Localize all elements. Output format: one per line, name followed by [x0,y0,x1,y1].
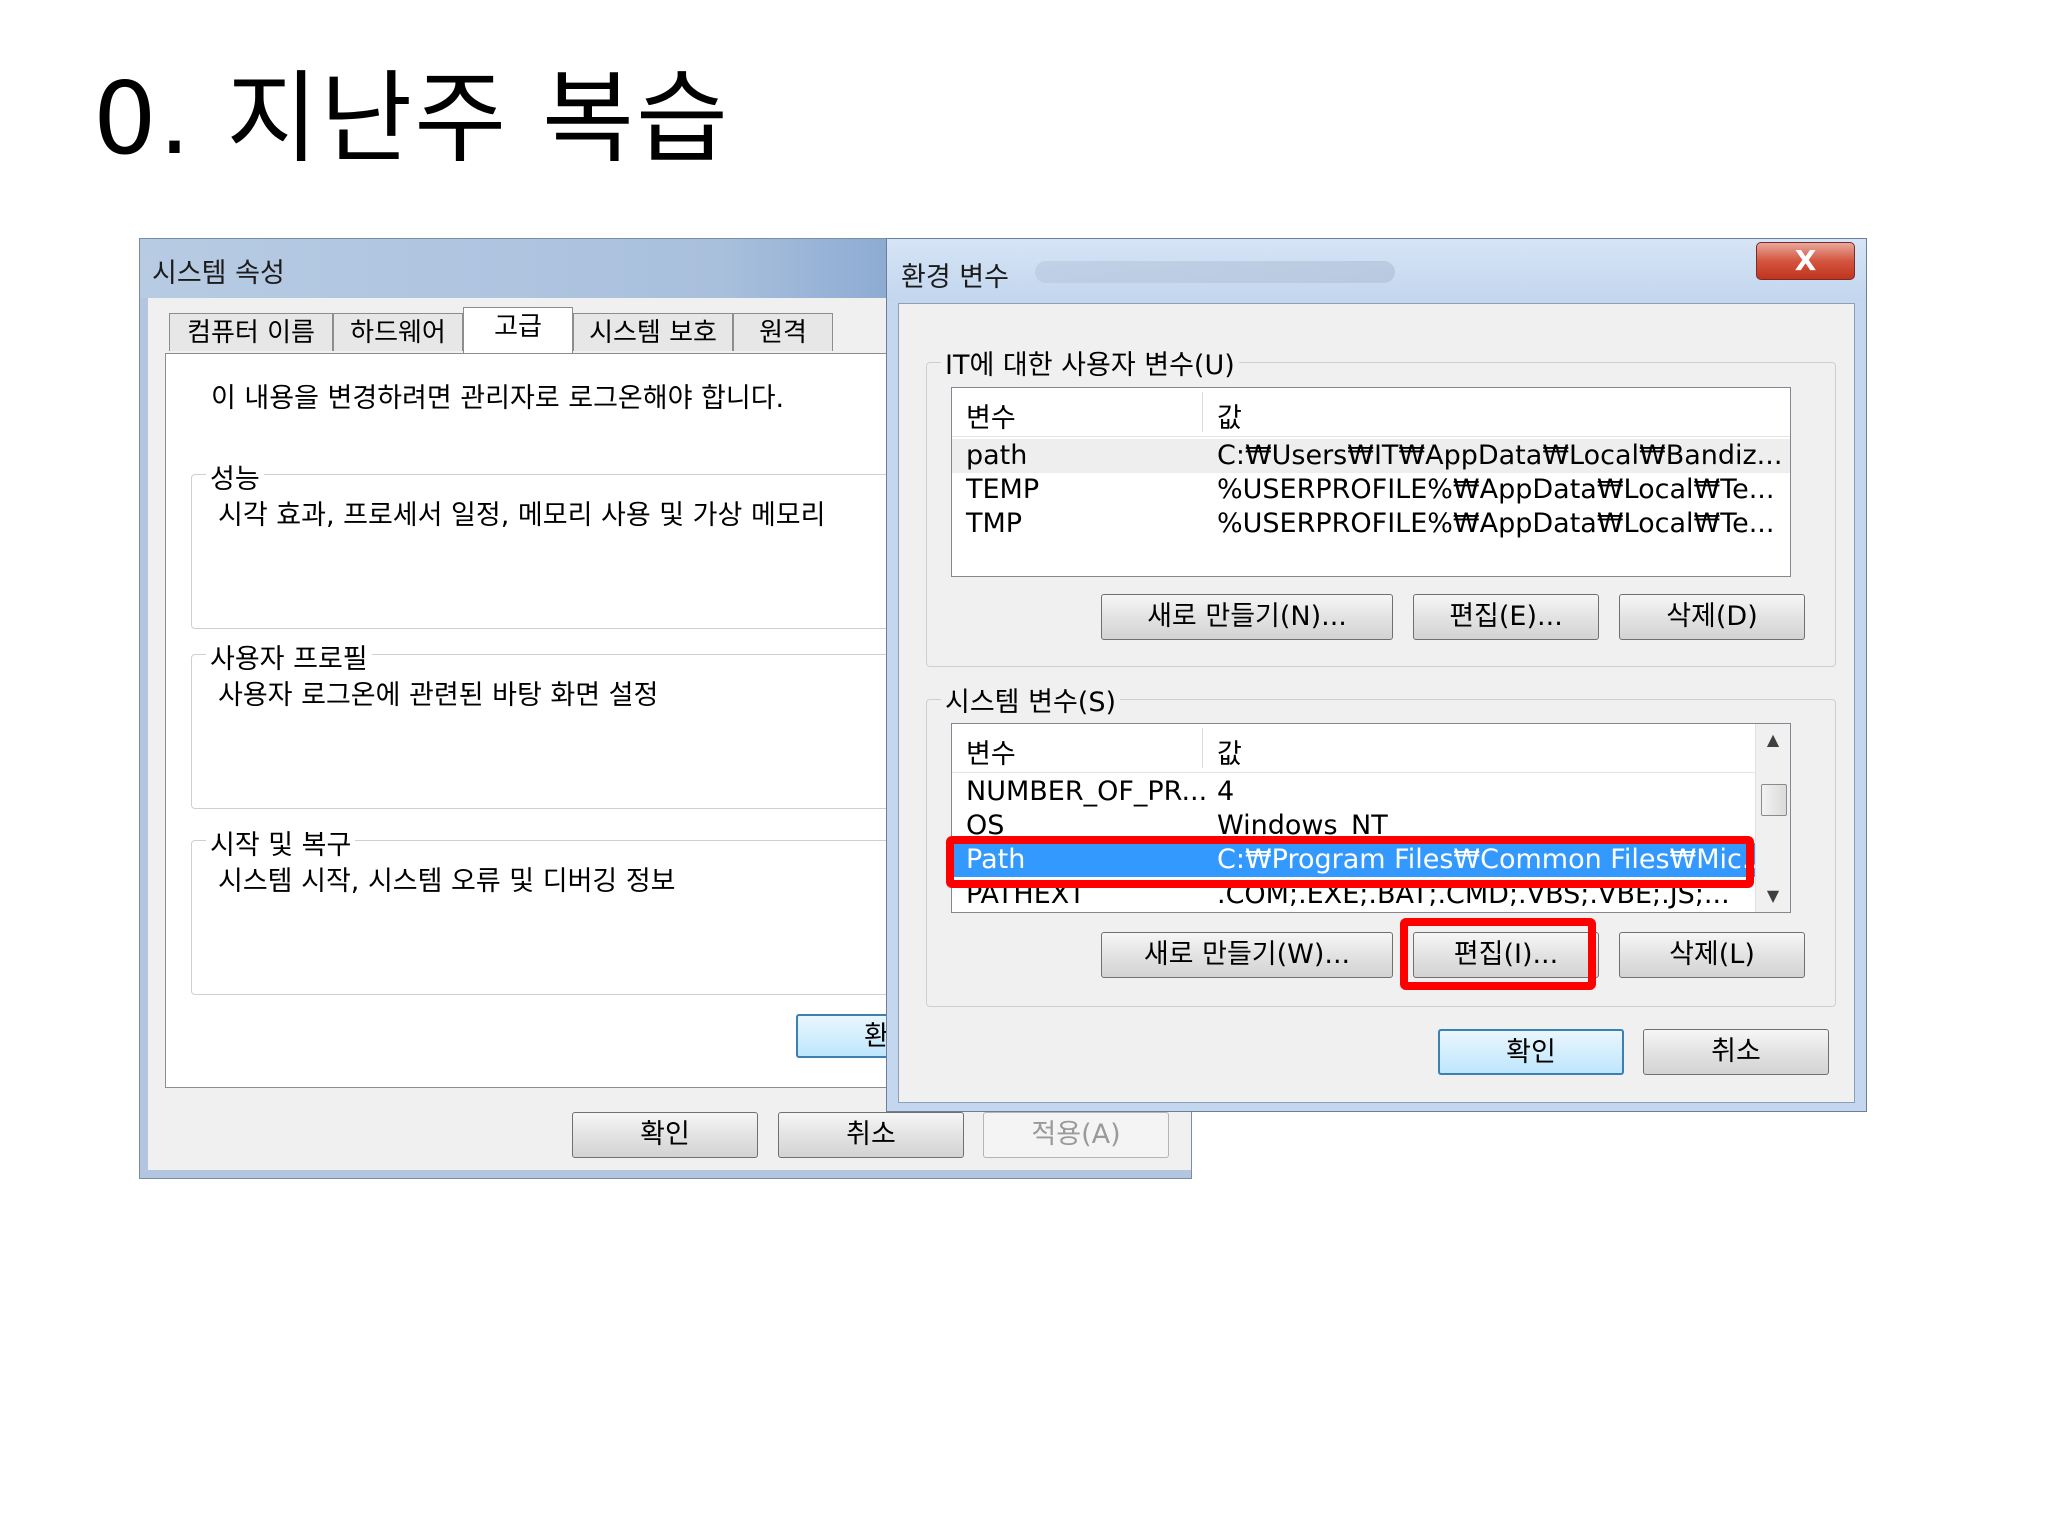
list-item[interactable]: TMP %USERPROFILE%₩AppData₩Local₩Te... [952,507,1790,541]
column-header-variable[interactable]: 변수 [966,732,1016,771]
tab-remote[interactable]: 원격 [733,313,833,351]
user-variables-legend: IT에 대한 사용자 변수(U) [941,343,1239,382]
cancel-button[interactable]: 취소 [778,1112,964,1158]
group-description: 시스템 시작, 시스템 오류 및 디버깅 정보 [218,866,676,897]
group-legend: 성능 [206,457,264,496]
list-item[interactable]: path C:₩Users₩IT₩AppData₩Local₩Bandiz... [952,439,1790,473]
list-header: 변수 값 [952,724,1758,773]
window-frame-bottom [140,1170,1191,1178]
user-variables-list[interactable]: 변수 값 path C:₩Users₩IT₩AppData₩Local₩Band… [951,387,1791,577]
ok-button[interactable]: 확인 [572,1112,758,1158]
list-item[interactable]: NUMBER_OF_PR... 4 [952,775,1758,809]
edit-highlight-box [1400,918,1596,990]
column-separator[interactable] [1202,728,1203,768]
window-frame-left [140,298,148,1178]
group-description: 사용자 로그온에 관련된 바탕 화면 설정 [218,680,659,711]
tab-hardware[interactable]: 하드웨어 [333,313,463,351]
scroll-up-arrow-icon[interactable]: ▲ [1756,724,1790,756]
group-description: 시각 효과, 프로세서 일정, 메모리 사용 및 가상 메모리 [218,500,826,531]
environment-variables-body: IT에 대한 사용자 변수(U) 변수 값 path C:₩Users₩IT₩A… [898,303,1855,1103]
list-item[interactable]: TEMP %USERPROFILE%₩AppData₩Local₩Te... [952,473,1790,507]
variable-value: %USERPROFILE%₩AppData₩Local₩Te... [1217,508,1775,539]
apply-button[interactable]: 적용(A) [983,1112,1169,1158]
system-variables-legend: 시스템 변수(S) [941,680,1120,719]
environment-variables-title: 환경 변수 [901,262,1009,293]
variable-value: 4 [1217,776,1235,807]
group-legend: 사용자 프로필 [206,637,372,676]
tab-system-protection[interactable]: 시스템 보호 [573,313,733,351]
column-header-variable[interactable]: 변수 [966,396,1016,435]
variable-value: C:₩Users₩IT₩AppData₩Local₩Bandiz... [1217,440,1783,471]
system-delete-button[interactable]: 삭제(L) [1619,932,1805,978]
column-header-value[interactable]: 값 [1217,396,1242,435]
system-new-button[interactable]: 새로 만들기(W)... [1101,932,1393,978]
column-header-value[interactable]: 값 [1217,732,1242,771]
env-cancel-button[interactable]: 취소 [1643,1029,1829,1075]
blurred-title-text [1035,261,1395,283]
variable-name: path [966,440,1028,471]
user-edit-button[interactable]: 편집(E)... [1413,594,1599,640]
env-ok-button[interactable]: 확인 [1438,1029,1624,1075]
user-new-button[interactable]: 새로 만들기(N)... [1101,594,1393,640]
admin-note: 이 내용을 변경하려면 관리자로 로그온해야 합니다. [211,383,785,414]
scroll-thumb[interactable] [1761,784,1787,816]
close-button[interactable]: X [1756,242,1855,280]
column-separator[interactable] [1202,392,1203,432]
slide-title: 0. 지난주 복습 [93,60,730,177]
variable-name: NUMBER_OF_PR... [966,776,1208,807]
variable-name: TEMP [966,474,1040,505]
scroll-down-arrow-icon[interactable]: ▼ [1756,880,1790,912]
user-delete-button[interactable]: 삭제(D) [1619,594,1805,640]
variable-value: %USERPROFILE%₩AppData₩Local₩Te... [1217,474,1775,505]
list-header: 변수 값 [952,388,1790,437]
system-properties-title: 시스템 속성 [152,258,285,289]
environment-variables-titlebar[interactable]: 환경 변수 X [887,239,1866,301]
variable-name: TMP [966,508,1023,539]
tab-computer-name[interactable]: 컴퓨터 이름 [169,313,333,351]
environment-variables-dialog: 환경 변수 X IT에 대한 사용자 변수(U) 변수 값 path C:₩Us… [886,238,1867,1112]
vertical-scrollbar[interactable]: ▲ ▼ [1755,724,1790,912]
group-legend: 시작 및 복구 [206,823,356,862]
path-highlight-box [946,836,1754,888]
tab-advanced[interactable]: 고급 [463,307,573,353]
